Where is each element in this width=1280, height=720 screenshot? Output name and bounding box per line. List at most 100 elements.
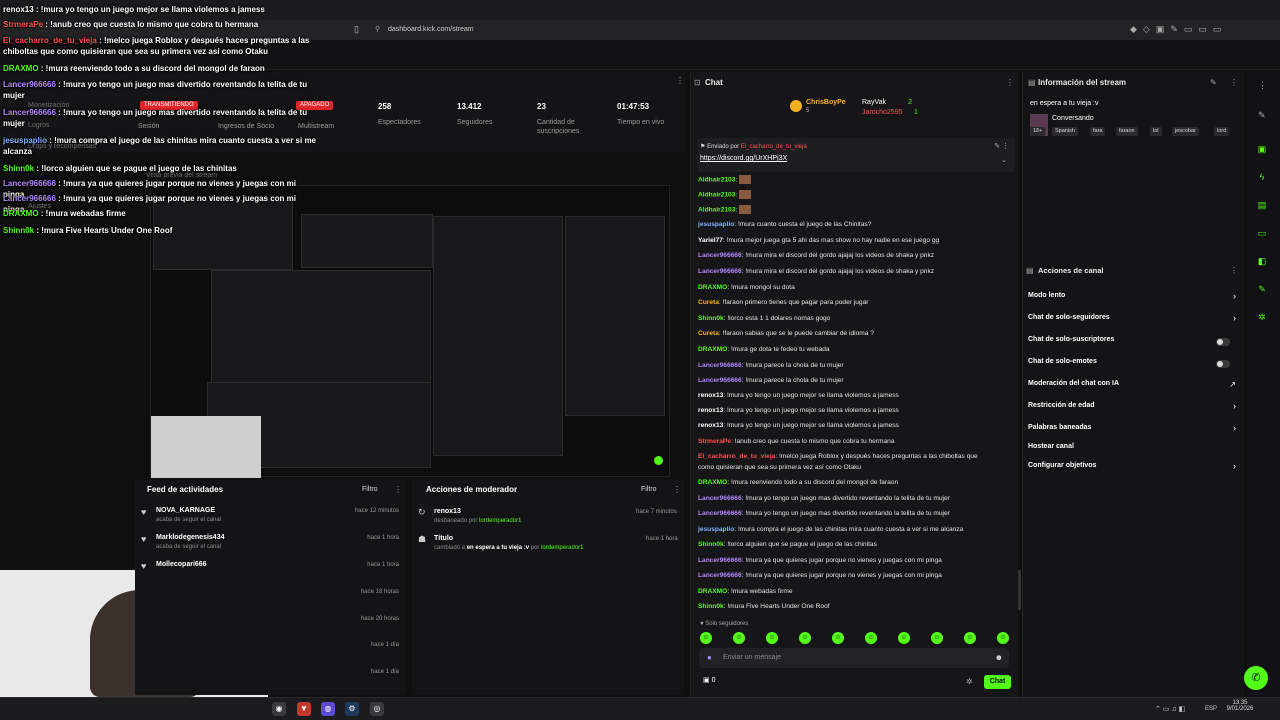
chat-username[interactable]: El_cacharro_de_tu_vieja — [698, 453, 775, 460]
brave-icon[interactable]: ▼ — [297, 702, 311, 716]
video-icon[interactable]: ◧ — [1256, 255, 1268, 267]
chat-username[interactable]: Lancer966666 — [698, 572, 742, 579]
emote-icon[interactable]: ☺ — [733, 632, 745, 644]
chat-username[interactable]: Lancer966666 — [698, 362, 742, 369]
chat-username[interactable]: Shinn0k — [698, 603, 724, 610]
chat-username[interactable]: Cureta — [698, 330, 719, 337]
channel-action-7[interactable]: Hostear canal — [1022, 443, 1244, 457]
edit-icon[interactable]: ✎ — [1210, 78, 1217, 87]
gear-icon[interactable]: ✲ — [1256, 311, 1268, 323]
camera-icon[interactable]: ▣ — [1256, 143, 1268, 155]
unpin-icon[interactable]: ✎ ⋮ — [994, 142, 1009, 150]
external-link-icon[interactable]: ↗ — [1229, 380, 1236, 389]
chat-username[interactable]: Shinn0k — [698, 315, 724, 322]
help-chat-icon[interactable]: ✆ — [1244, 666, 1268, 690]
mod-more-icon[interactable]: ⋮ — [673, 485, 681, 494]
activity-row[interactable]: hace 20 horas — [135, 615, 405, 641]
chat-username[interactable]: jesuspaplio — [698, 221, 734, 228]
emote-icon[interactable]: ☺ — [931, 632, 943, 644]
chat-username[interactable]: Shinn0k — [698, 541, 724, 548]
chat-username[interactable]: renox13 — [698, 407, 723, 414]
activity-row[interactable]: ♥ Mollecopari666 hace 1 hora — [135, 561, 405, 587]
activity-row[interactable]: ♥ Marklodegenesis434 acaba de seguir el ca… — [135, 534, 405, 560]
channel-action-0[interactable]: Modo lento › — [1022, 291, 1244, 306]
discord-icon[interactable]: ◍ — [321, 702, 335, 716]
emote-icon[interactable]: ☺ — [700, 632, 712, 644]
emote-icon[interactable]: ☺ — [898, 632, 910, 644]
extension-icons[interactable]: ◆◇▣✎▭▭▭ — [1130, 24, 1227, 35]
activity-row[interactable]: hace 1 día — [135, 641, 405, 667]
emote-icon[interactable]: ☺ — [997, 632, 1009, 644]
chat-username[interactable]: renox13 — [698, 422, 723, 429]
language-indicator[interactable]: ESP — [1205, 706, 1217, 712]
channel-action-2[interactable]: Chat de solo-suscriptores — [1022, 336, 1244, 350]
chevron-down-icon[interactable]: ⌄ — [1001, 156, 1007, 164]
steam-icon[interactable]: ⚙ — [345, 702, 359, 716]
chat-username[interactable]: Lancer966666 — [698, 495, 742, 502]
chrome-icon[interactable]: ◉ — [272, 702, 286, 716]
chat-username[interactable]: Lancer966666 — [698, 252, 742, 259]
rail-more-icon[interactable]: ⋮ — [1258, 80, 1267, 91]
mod-filter-button[interactable]: Filtro — [641, 486, 657, 493]
chat-username[interactable]: Lancer966666 — [698, 557, 742, 564]
chat-username[interactable]: DRAXMO — [698, 588, 727, 595]
obs-icon[interactable]: ◎ — [370, 702, 384, 716]
channel-actions-more-icon[interactable]: ⋮ — [1230, 266, 1238, 275]
chat-username[interactable]: jesuspaplio — [698, 526, 734, 533]
channel-action-8[interactable]: Configurar objetivos › — [1022, 461, 1244, 476]
document-icon[interactable]: ▤ — [1256, 199, 1268, 211]
tray-icons[interactable]: ⌃ ▭ ♫ ◧ — [1155, 705, 1185, 713]
chat-username[interactable]: DRAXMO — [698, 284, 727, 291]
emote-icon[interactable]: ☺ — [964, 632, 976, 644]
emote-icon[interactable]: ☺ — [865, 632, 877, 644]
chat-more-icon[interactable]: ⋮ — [1006, 78, 1014, 87]
activity-row[interactable]: ♥ NOVA_KARNAGE acaba de seguir el canal hac… — [135, 507, 405, 533]
chevron-right-icon[interactable]: › — [1233, 423, 1236, 433]
chevron-right-icon[interactable]: › — [1233, 313, 1236, 323]
emote-icon[interactable]: ☺ — [832, 632, 844, 644]
pinned-message[interactable]: ⚑ Enviado por El_cacharro_de_tu_vieja ht… — [697, 138, 1015, 172]
info-more-icon[interactable]: ⋮ — [1230, 78, 1238, 87]
chat-username[interactable]: DRAXMO — [698, 479, 727, 486]
toggle-switch[interactable] — [1216, 338, 1230, 346]
chat-username[interactable]: Aldhair2103 — [698, 206, 735, 213]
chat-input[interactable]: ● Enviar un mensaje ☻ — [699, 648, 1009, 668]
channel-action-5[interactable]: Restricción de edad › — [1022, 401, 1244, 416]
activity-filter-button[interactable]: Filtro — [362, 486, 378, 493]
chat-username[interactable]: StrmeraPe — [698, 438, 731, 445]
bolt-icon[interactable]: ϟ — [1256, 171, 1268, 183]
taskbar-clock[interactable]: 13:35 9/01/2026 — [1226, 700, 1254, 712]
activity-more-icon[interactable]: ⋮ — [394, 485, 402, 494]
chat-username[interactable]: Aldhair2103 — [698, 191, 735, 198]
chat-username[interactable]: Lancer966666 — [698, 268, 742, 275]
emote-icon[interactable]: ☺ — [766, 632, 778, 644]
chat-scrollbar[interactable] — [1018, 570, 1021, 610]
points-counter[interactable]: ▣ 0 — [703, 676, 715, 684]
channel-action-3[interactable]: Chat de solo-emotes — [1022, 358, 1244, 372]
channel-action-6[interactable]: Palabras baneadas › — [1022, 423, 1244, 438]
emoji-icon[interactable]: ☻ — [995, 653, 1003, 662]
chevron-right-icon[interactable]: › — [1233, 291, 1236, 301]
stats-more-icon[interactable]: ⋮ — [676, 76, 684, 85]
toggle-switch[interactable] — [1216, 360, 1230, 368]
chat-popout-icon[interactable]: ⊡ — [694, 78, 701, 87]
chat-username[interactable]: Lancer966666 — [698, 510, 742, 517]
activity-row[interactable]: hace 1 día — [135, 668, 405, 694]
address-bar[interactable]: ⚲ dashboard.kick.com/stream — [372, 23, 842, 37]
chevron-right-icon[interactable]: › — [1233, 461, 1236, 471]
chat-username[interactable]: Lancer966666 — [698, 377, 742, 384]
chat-username[interactable]: renox13 — [698, 392, 723, 399]
chat-settings-icon[interactable]: ✲ — [966, 677, 973, 686]
emote-icon[interactable]: ☺ — [799, 632, 811, 644]
chat-username[interactable]: Yariel77 — [698, 237, 723, 244]
channel-action-4[interactable]: Moderación del chat con IA ↗ — [1022, 380, 1244, 394]
activity-row[interactable]: hace 18 horas — [135, 588, 405, 614]
chat-username[interactable]: Cureta — [698, 299, 719, 306]
bookmark-icon[interactable]: ▯ — [354, 24, 359, 35]
channel-action-1[interactable]: Chat de solo-seguidores › — [1022, 313, 1244, 328]
chat-username[interactable]: DRAXMO — [698, 346, 727, 353]
chat-username[interactable]: Aldhair2103 — [698, 176, 735, 183]
send-chat-button[interactable]: Chat — [984, 675, 1011, 689]
chat-bubble-icon[interactable]: ▭ — [1256, 227, 1268, 239]
rail-edit-icon[interactable]: ✎ — [1258, 110, 1266, 121]
